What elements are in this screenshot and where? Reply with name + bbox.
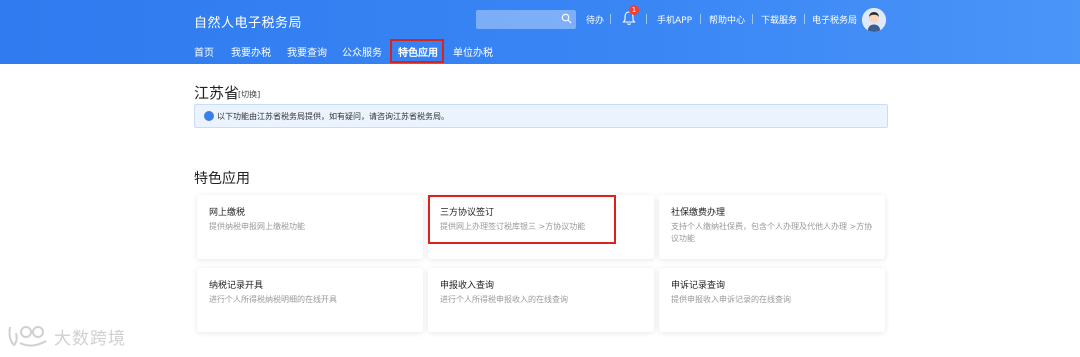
search-input[interactable] (476, 10, 576, 29)
card-desc: 进行个人所得税申报收入的在线查询 (440, 295, 568, 304)
card-tax-record-issue[interactable]: 纳税记录开具 进行个人所得税纳税明细的在线开具 (197, 268, 423, 332)
card-title: 纳税记录开具 (209, 281, 264, 291)
card-title: 网上缴税 (209, 208, 246, 218)
divider (610, 14, 611, 24)
card-title: 申诉记录查询 (671, 281, 726, 291)
nav-tax-handling[interactable]: 我要办税 (231, 44, 271, 59)
card-online-tax-payment[interactable]: 网上缴税 提供纳税申报网上缴税功能 (197, 195, 423, 259)
province-title: 江苏省 (194, 84, 240, 102)
info-notice: 以下功能由江苏省税务局提供，如有疑问，请咨询江苏省税务局。 (194, 104, 888, 128)
info-icon (204, 111, 214, 121)
card-desc: 进行个人所得税纳税明细的在线开具 (209, 295, 337, 304)
watermark-logo-icon (8, 326, 47, 347)
mobile-app-link[interactable]: 手机APP (657, 13, 692, 26)
nav-public-service[interactable]: 公众服务 (342, 44, 382, 59)
watermark-text: 大数跨境 (54, 328, 126, 349)
user-avatar-icon (862, 8, 886, 32)
watermark: 大数跨境 (6, 322, 126, 350)
avatar[interactable] (862, 8, 886, 32)
card-desc: 支持个人缴纳社保费，包含个人办理及代他人办理 >方协议功能 (671, 222, 873, 243)
card-social-insurance[interactable]: 社保缴费办理 支持个人缴纳社保费，包含个人办理及代他人办理 >方协议功能 (659, 195, 885, 259)
card-income-query[interactable]: 申报收入查询 进行个人所得税申报收入的在线查询 (428, 268, 654, 332)
divider (752, 14, 753, 24)
card-title: 社保缴费办理 (671, 208, 726, 218)
card-highlight-box (428, 195, 616, 244)
nav-query[interactable]: 我要查询 (287, 44, 327, 59)
card-appeal-record-query[interactable]: 申诉记录查询 提供申报收入申诉记录的在线查询 (659, 268, 885, 332)
nav-unit-tax[interactable]: 单位办税 (453, 44, 493, 59)
notification-badge: 1 (629, 5, 639, 15)
card-desc: 提供申报收入申诉记录的在线查询 (671, 295, 791, 304)
section-title: 特色应用 (194, 171, 250, 187)
card-title: 申报收入查询 (440, 281, 495, 291)
divider (700, 14, 701, 24)
todo-link[interactable]: 待办 (586, 13, 604, 26)
site-title[interactable]: 自然人电子税务局 (194, 12, 302, 31)
help-center-link[interactable]: 帮助中心 (709, 13, 745, 26)
e-tax-bureau-link[interactable]: 电子税务局 (812, 13, 857, 26)
notice-text: 以下功能由江苏省税务局提供，如有疑问，请咨询江苏省税务局。 (217, 112, 449, 121)
top-header: 自然人电子税务局 待办 1 手机APP 帮助中心 下载服务 电子税务局 首页 我… (0, 0, 1080, 64)
nav-highlight-box (390, 39, 444, 63)
search-icon[interactable] (561, 13, 572, 24)
divider (646, 14, 647, 24)
switch-province-link[interactable]: [切换] (238, 89, 260, 100)
download-service-link[interactable]: 下载服务 (761, 13, 797, 26)
card-desc: 提供纳税申报网上缴税功能 (209, 222, 305, 231)
divider (804, 14, 805, 24)
nav-home[interactable]: 首页 (194, 44, 214, 59)
